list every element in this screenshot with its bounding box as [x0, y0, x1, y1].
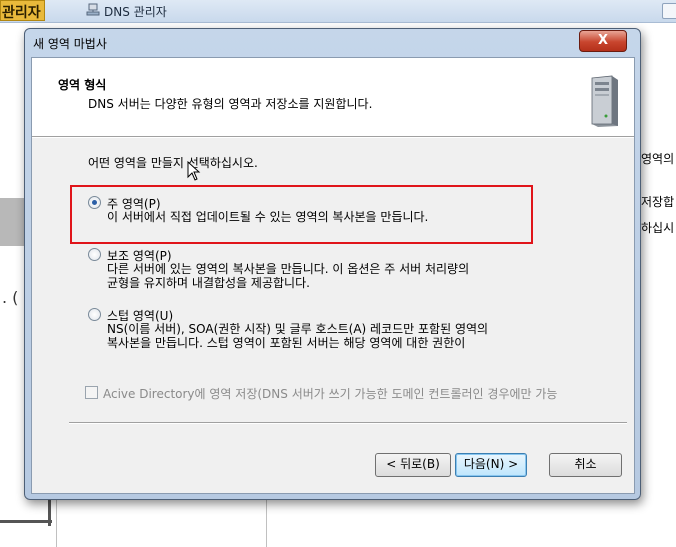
zone-question: 어떤 영역을 만들지 선택하십시오. — [88, 156, 258, 170]
background-right-text: 저장합 — [641, 195, 675, 209]
footer-divider — [69, 423, 627, 424]
next-button[interactable]: 다음(N) > — [455, 453, 527, 477]
store-in-ad-checkbox[interactable] — [85, 386, 98, 399]
primary-zone-radio[interactable] — [88, 196, 101, 209]
background-app-title: DNS 관리자 — [104, 5, 167, 19]
stub-zone-radio[interactable] — [88, 308, 101, 321]
secondary-zone-description: 다른 서버에 있는 영역의 복사본을 만듭니다. 이 옵션은 주 서버 처리량의 — [107, 262, 470, 276]
background-divider — [266, 500, 267, 547]
stub-zone-description: NS(이름 서버), SOA(권한 시작) 및 글루 호스트(A) 레코드만 포… — [107, 322, 489, 336]
close-button[interactable]: X — [579, 30, 627, 52]
background-left-text: . ( — [2, 288, 19, 307]
background-left-title: 관리자 — [0, 0, 45, 21]
header-divider — [32, 137, 634, 138]
background-divider — [56, 500, 57, 547]
primary-zone-description: 이 서버에서 직접 업데이트될 수 있는 영역의 복사본을 만듭니다. — [107, 210, 429, 224]
mouse-cursor-icon — [187, 161, 201, 181]
wizard-header: 영역 형식 DNS 서버는 다양한 유형의 영역과 저장소를 지원합니다. — [32, 58, 634, 137]
close-icon: X — [597, 33, 609, 48]
background-right-text: 하십시 — [641, 221, 675, 235]
page-subtitle: DNS 서버는 다양한 유형의 영역과 저장소를 지원합니다. — [88, 97, 373, 111]
background-right-text: 영역의 — [641, 152, 675, 166]
store-in-ad-label[interactable]: Acive Directory에 영역 저장(DNS 서버가 쓰기 가능한 도메… — [103, 385, 633, 402]
background-titlebar — [0, 0, 676, 23]
cancel-button[interactable]: 취소 — [549, 453, 622, 477]
secondary-zone-radio[interactable] — [88, 248, 101, 261]
dns-manager-icon — [86, 3, 100, 16]
background-window-button[interactable] — [662, 3, 676, 19]
new-zone-wizard-dialog: 새 영역 마법사 X 영역 형식 DNS 서버는 다양한 유형의 영역과 저장소… — [24, 28, 641, 500]
background-panel-border — [0, 520, 52, 523]
server-icon — [591, 75, 618, 127]
stub-zone-description: 복사본을 만듭니다. 스텁 영역이 포함된 서버는 해당 영역에 대한 권한이 — [107, 336, 466, 350]
page-title: 영역 형식 — [58, 78, 107, 92]
secondary-zone-description: 균형을 유지하며 내결합성을 제공합니다. — [107, 276, 310, 290]
dialog-title: 새 영역 마법사 — [33, 37, 107, 51]
back-button[interactable]: < 뒤로(B) — [375, 453, 451, 477]
